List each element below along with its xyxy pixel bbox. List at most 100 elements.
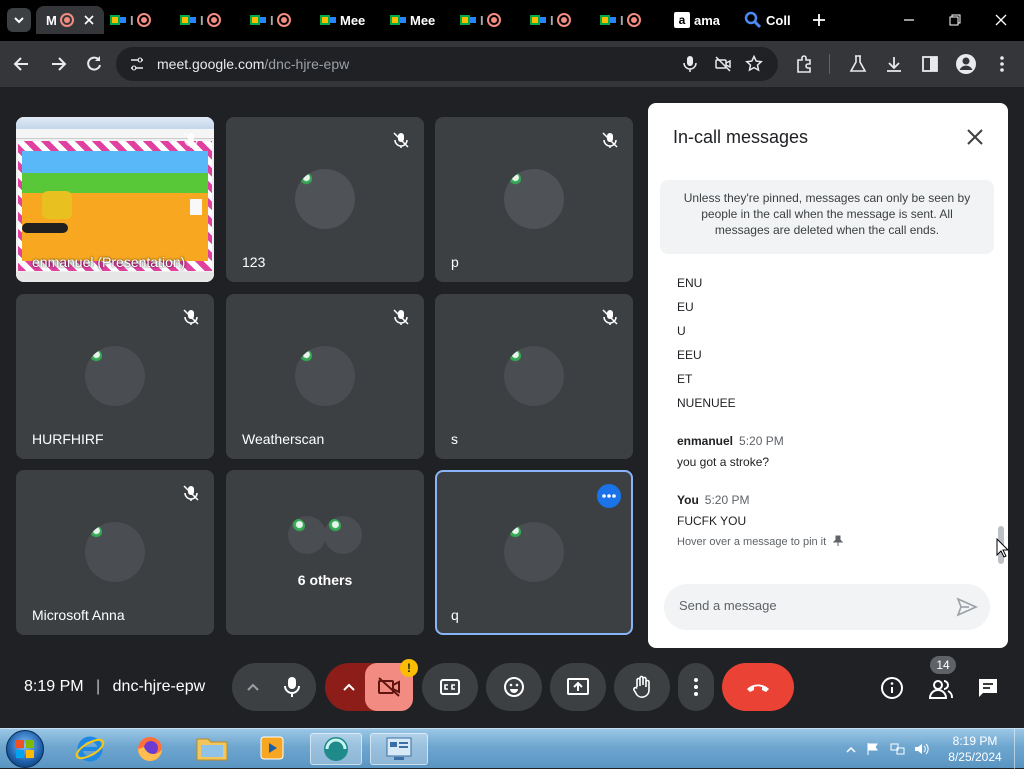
meeting-footer-info: 8:19 PM | dnc-hjre-epw [24,678,205,696]
taskbar-firefox[interactable] [130,733,170,765]
close-icon[interactable] [966,128,984,146]
mic-off-icon [602,132,618,148]
emoji-button[interactable] [486,663,542,711]
avatar [504,169,564,229]
chat-input-box[interactable] [664,584,990,630]
taskbar-media-player[interactable] [252,733,292,765]
captions-button[interactable] [422,663,478,711]
tab-meet-5[interactable]: Mee [320,6,384,34]
mic-icon[interactable] [682,55,698,73]
tile-participant[interactable]: Microsoft Anna [16,470,214,635]
tile-participant[interactable]: s [435,294,633,459]
download-icon[interactable] [884,54,904,74]
extensions-icon[interactable] [794,54,814,74]
tab-search[interactable]: Coll [738,6,802,34]
mic-icon [284,677,300,697]
plus-icon[interactable] [810,11,828,29]
mic-button[interactable] [268,663,316,711]
tab-meet-9[interactable]: I [600,6,656,34]
avatar [504,346,564,406]
ie-icon [75,736,105,762]
tab-title: Mee [340,12,366,28]
tile-name: 6 others [297,572,353,588]
tab-meet-4[interactable]: I [250,6,306,34]
chat-message-header: You 5:20 PM [677,493,749,507]
tab-meet-2[interactable]: I [110,6,166,34]
tab-meet-3[interactable]: I [180,6,236,34]
taskbar-ie[interactable] [70,733,110,765]
taskbar-dxball[interactable] [310,733,362,765]
chevron-up-icon[interactable] [342,680,356,694]
close-icon[interactable] [994,13,1008,27]
chevron-up-icon[interactable] [246,680,260,694]
tile-others[interactable]: 6 others [226,470,424,635]
back-icon[interactable] [12,54,32,74]
raise-hand-button[interactable] [614,663,670,711]
tab-title: M [46,12,57,28]
profile-icon[interactable] [955,53,977,75]
send-icon[interactable] [956,597,978,617]
close-icon[interactable] [82,13,96,27]
chevron-up-icon[interactable] [846,745,856,755]
tile-participant[interactable]: 123 [226,117,424,282]
present-button[interactable] [550,663,606,711]
mic-off-icon [183,485,199,501]
more-options-button[interactable] [678,663,714,711]
avatar [288,516,326,554]
tab-meet-active[interactable]: M [36,6,104,34]
tab-title: ama [694,12,721,28]
restore-icon[interactable] [948,13,962,27]
chevron-down-icon [14,17,24,24]
site-info-icon[interactable] [128,55,146,73]
raise-hand-icon [633,675,650,698]
chat-message-line: EEU [677,348,702,362]
end-call-button[interactable] [722,663,794,711]
tile-participant[interactable]: p [435,117,633,282]
more-options-button[interactable] [597,484,621,508]
info-icon[interactable] [880,676,904,700]
taskbar-control-panel[interactable] [370,733,428,765]
camera-off-icon[interactable] [714,55,732,73]
tab-meet-7[interactable]: I [460,6,516,34]
address-bar[interactable]: meet.google.com/dnc-hjre-epw [116,47,778,81]
tab-amazon[interactable]: a ama [668,6,732,34]
volume-icon[interactable] [914,742,930,756]
tile-participant[interactable]: Weatherscan [226,294,424,459]
chat-message-input[interactable] [679,598,939,613]
network-icon[interactable] [890,742,906,756]
menu-icon[interactable] [998,54,1006,74]
forward-icon[interactable] [48,54,68,74]
browser-toolbar: meet.google.com/dnc-hjre-epw [0,41,1024,87]
url-host: meet.google.com [157,56,265,72]
tile-presentation[interactable]: enmanuel (Presentation) [16,117,214,282]
show-desktop-button[interactable] [1014,729,1024,769]
media-player-icon [260,736,284,760]
camera-off-icon [378,677,400,697]
pin-icon[interactable] [833,535,844,546]
chat-panel: In-call messages Unless they're pinned, … [648,103,1008,648]
windows-start-icon [16,740,34,758]
side-panel-icon[interactable] [920,54,940,74]
start-button[interactable] [6,730,44,768]
tab-meet-8[interactable]: I [530,6,586,34]
tab-search-button[interactable] [7,8,31,32]
labs-icon[interactable] [848,54,868,74]
people-button[interactable]: 14 [924,656,960,706]
flag-icon[interactable] [866,742,880,756]
taskbar-clock[interactable]: 8:19 PM 8/25/2024 [940,733,1010,765]
meeting-code: dnc-hjre-epw [112,678,206,695]
reload-icon[interactable] [84,54,104,74]
record-icon [486,13,501,27]
meet-icon [460,13,476,27]
chat-message-text: you got a stroke? [677,455,770,469]
tab-meet-6[interactable]: Mee [390,6,454,34]
chat-icon[interactable] [976,676,1000,700]
star-icon[interactable] [745,55,763,73]
mouse-cursor [996,538,1010,558]
tile-self[interactable]: q [435,470,633,635]
avatar [324,516,362,554]
minimize-icon[interactable] [902,13,916,27]
tile-participant[interactable]: HURFHIRF [16,294,214,459]
emulator-titlebar [16,117,214,129]
taskbar-explorer[interactable] [192,733,232,765]
